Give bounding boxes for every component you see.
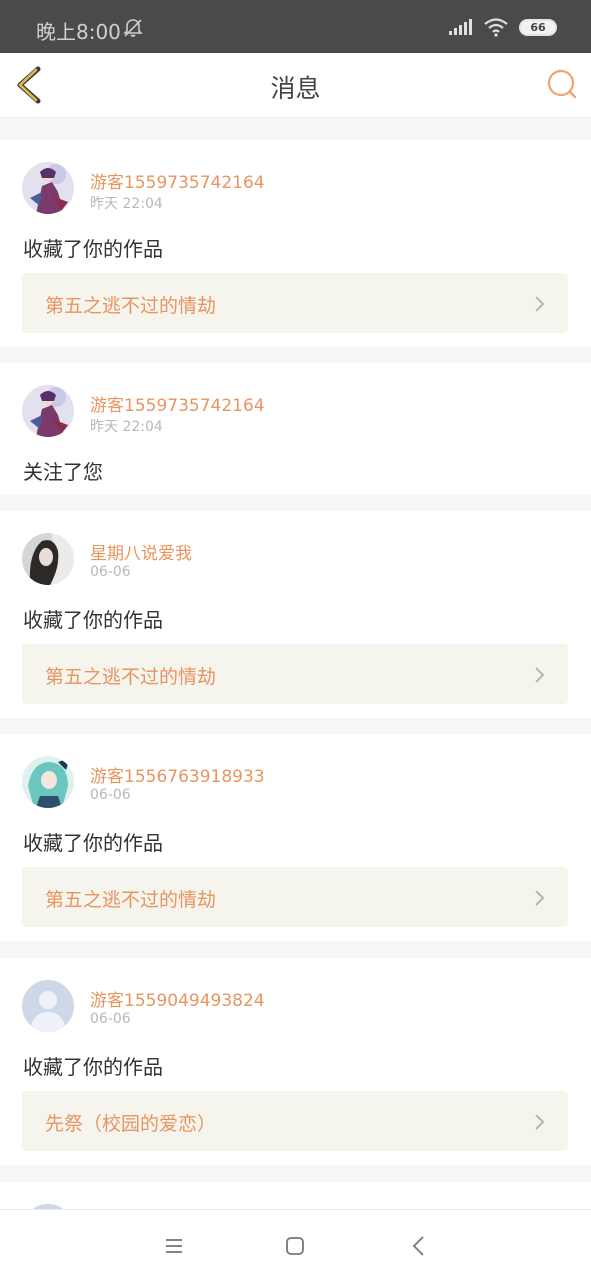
- timestamp: 昨天 22:04: [90, 196, 163, 212]
- avatar[interactable]: [22, 162, 74, 214]
- work-title: 第五之逃不过的情劫: [45, 666, 217, 688]
- message-card[interactable]: 游客1559735742164 昨天 22:04 关注了您: [0, 363, 591, 495]
- status-time: 晚上8:00: [36, 20, 121, 44]
- message-text: 关注了您: [23, 460, 103, 484]
- username[interactable]: 游客1559049493824: [90, 986, 265, 1011]
- work-link[interactable]: 第五之逃不过的情劫: [22, 867, 568, 927]
- message-card[interactable]: 游客1559735742164 昨天 22:04 收藏了你的作品 第五之逃不过的…: [0, 140, 591, 347]
- timestamp: 昨天 22:04: [90, 419, 163, 435]
- avatar[interactable]: [22, 385, 74, 437]
- chevron-right-icon: [535, 667, 545, 683]
- message-text: 收藏了你的作品: [23, 237, 163, 261]
- notifications-off-icon: [123, 19, 143, 37]
- work-link[interactable]: 第五之逃不过的情劫: [22, 273, 568, 333]
- status-bar: 晚上8:00 66: [0, 0, 591, 53]
- chevron-right-icon: [535, 296, 545, 312]
- message-text: 收藏了你的作品: [23, 608, 163, 632]
- status-icons: 66: [449, 17, 557, 37]
- username[interactable]: 游客1556763918933: [90, 762, 265, 787]
- message-card[interactable]: 游客1559049493824 06-06 收藏了你的作品 先祭（校园的爱恋）: [0, 958, 591, 1165]
- work-title: 第五之逃不过的情劫: [45, 295, 217, 317]
- page-title: 消息: [270, 74, 321, 103]
- timestamp: 06-06: [90, 1011, 131, 1027]
- home-square-icon[interactable]: [281, 1232, 309, 1260]
- chevron-right-icon: [535, 1114, 545, 1130]
- search-icon[interactable]: [545, 67, 579, 101]
- username[interactable]: 星期八说爱我: [90, 539, 192, 564]
- header-bar: 消息: [0, 53, 591, 118]
- default-avatar-icon[interactable]: [22, 980, 74, 1032]
- chevron-right-icon: [535, 890, 545, 906]
- username[interactable]: 游客1559735742164: [90, 391, 265, 416]
- username[interactable]: 游客1559735742164: [90, 168, 265, 193]
- message-text: 收藏了你的作品: [23, 831, 163, 855]
- battery-icon: 66: [519, 18, 557, 36]
- message-text: 收藏了你的作品: [23, 1055, 163, 1079]
- system-nav-bar: [0, 1209, 591, 1280]
- work-title: 先祭（校园的爱恋）: [45, 1113, 217, 1135]
- avatar[interactable]: [22, 533, 74, 585]
- signal-icon: [449, 19, 472, 35]
- message-card[interactable]: 星期八说爱我 06-06 收藏了你的作品 第五之逃不过的情劫: [0, 511, 591, 718]
- wifi-icon: [484, 18, 508, 37]
- timestamp: 06-06: [90, 787, 131, 803]
- menu-icon[interactable]: [160, 1232, 188, 1260]
- work-link[interactable]: 第五之逃不过的情劫: [22, 644, 568, 704]
- battery-level: 66: [530, 20, 546, 34]
- work-link[interactable]: 先祭（校园的爱恋）: [22, 1091, 568, 1151]
- message-card[interactable]: 游客1556763918933 06-06 收藏了你的作品 第五之逃不过的情劫: [0, 734, 591, 941]
- work-title: 第五之逃不过的情劫: [45, 889, 217, 911]
- timestamp: 06-06: [90, 564, 131, 580]
- back-icon[interactable]: [405, 1232, 433, 1260]
- avatar[interactable]: [22, 756, 74, 808]
